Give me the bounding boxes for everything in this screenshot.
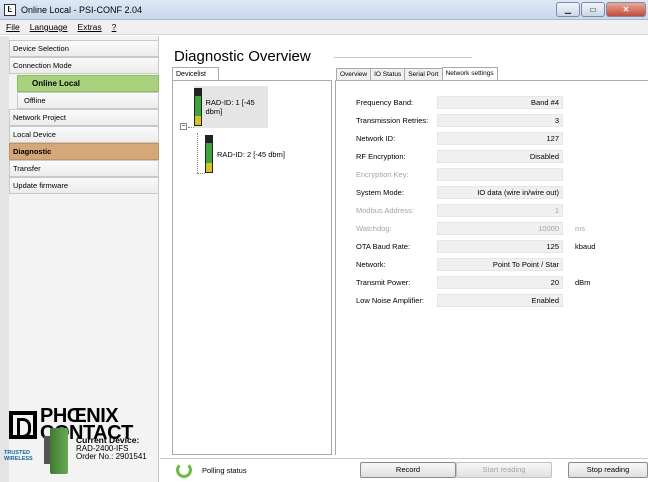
tab-network-settings[interactable]: Network settings: [441, 67, 498, 81]
field-label: Watchdog:: [356, 224, 392, 233]
window-controls: ▁ ▭ ✕: [556, 2, 646, 17]
tab-devicelist[interactable]: Devicelist: [172, 67, 219, 81]
field-modbus-address: Modbus Address: 1: [356, 204, 648, 217]
field-value: 10000: [437, 222, 563, 235]
trusted-line-2: WIRELESS: [4, 456, 33, 462]
tree-collapse-icon[interactable]: −: [180, 123, 187, 130]
field-value[interactable]: Enabled: [437, 294, 563, 307]
field-system-mode: System Mode: IO data (wire in/wire out): [356, 186, 648, 199]
polling-status-label: Polling status: [202, 466, 247, 475]
field-value[interactable]: 125: [437, 240, 563, 253]
field-encryption-key: Encryption Key:: [356, 168, 648, 181]
field-label: OTA Baud Rate:: [356, 242, 411, 251]
minimize-button[interactable]: ▁: [556, 2, 580, 17]
status-bar: Polling status Record Start reading Stop…: [160, 458, 648, 482]
close-button[interactable]: ✕: [606, 2, 646, 17]
tree-node-label: RAD-ID: 2 [-45 dbm]: [217, 149, 285, 159]
field-label: Encryption Key:: [356, 170, 409, 179]
field-unit: ms: [575, 224, 585, 233]
sidebar-item-network-project[interactable]: Network Project: [9, 109, 159, 126]
polling-spinner-icon: [176, 462, 192, 478]
field-value[interactable]: 3: [437, 114, 563, 127]
window-title: Online Local - PSI-CONF 2.04: [21, 5, 143, 15]
sidebar-item-diagnostic[interactable]: Diagnostic: [9, 143, 159, 160]
field-label: Transmit Power:: [356, 278, 411, 287]
field-value[interactable]: 20: [437, 276, 563, 289]
phoenix-logo-icon: [9, 411, 37, 439]
tree-line: [197, 133, 198, 173]
radio-module-icon: [194, 88, 202, 126]
field-label: Modbus Address:: [356, 206, 414, 215]
devicelist-panel: − RAD-ID: 1 [-45 dbm] RAD-ID: 2 [-45 dbm…: [172, 80, 332, 455]
field-ota-baud-rate: OTA Baud Rate: 125 kbaud: [356, 240, 648, 253]
stop-reading-button[interactable]: Stop reading: [568, 462, 648, 478]
field-label: Network ID:: [356, 134, 396, 143]
trusted-wireless-logo: TRUSTED WIRELESS: [4, 450, 33, 462]
tree-line: [197, 173, 205, 174]
sidebar: Device Selection Connection Mode Online …: [0, 36, 159, 482]
field-low-noise-amplifier: Low Noise Amplifier: Enabled: [356, 294, 648, 307]
group-divider: [334, 57, 472, 58]
field-transmission-retries: Transmission Retries: 3: [356, 114, 648, 127]
menu-language[interactable]: Language: [30, 22, 68, 32]
sidebar-strip: [0, 36, 9, 482]
main-content: Diagnostic Overview Devicelist − RAD-ID:…: [160, 36, 648, 482]
radio-module-icon: [205, 135, 213, 173]
sidebar-item-online-local[interactable]: Online Local: [17, 75, 159, 92]
field-unit: kbaud: [575, 242, 596, 251]
field-unit: dBm: [575, 278, 591, 287]
field-network: Network: Point To Point / Star: [356, 258, 648, 271]
start-reading-button[interactable]: Start reading: [456, 462, 552, 478]
field-value[interactable]: Point To Point / Star: [437, 258, 563, 271]
field-label: Transmission Retries:: [356, 116, 429, 125]
current-device-info: Current Device: RAD-2400-IFS Order No.: …: [76, 436, 147, 462]
sidebar-item-device-selection[interactable]: Device Selection: [9, 40, 159, 57]
sidebar-item-connection-mode[interactable]: Connection Mode: [9, 57, 159, 74]
field-value: [437, 168, 563, 181]
tree-node-label: RAD-ID: 1 [-45 dbm]: [205, 98, 255, 116]
menu-help[interactable]: ?: [112, 22, 117, 32]
field-label: Network:: [356, 260, 386, 269]
device-image: [44, 428, 68, 474]
menu-file[interactable]: File: [6, 22, 20, 32]
tree-node-rad-1[interactable]: RAD-ID: 1 [-45 dbm]: [194, 86, 268, 128]
page-title: Diagnostic Overview: [174, 48, 311, 65]
field-label: Frequency Band:: [356, 98, 414, 107]
field-value[interactable]: IO data (wire in/wire out): [437, 186, 563, 199]
menu-bar: File Language Extras ?: [0, 20, 648, 35]
field-label: System Mode:: [356, 188, 404, 197]
field-label: RF Encryption:: [356, 152, 406, 161]
title-bar: Ŀ Online Local - PSI-CONF 2.04 ▁ ▭ ✕: [0, 0, 648, 20]
field-frequency-band: Frequency Band: Band #4: [356, 96, 648, 109]
sidebar-item-local-device[interactable]: Local Device: [9, 126, 159, 143]
menu-extras[interactable]: Extras: [78, 22, 102, 32]
tree-node-rad-2[interactable]: RAD-ID: 2 [-45 dbm]: [205, 133, 295, 175]
sidebar-item-transfer[interactable]: Transfer: [9, 160, 159, 177]
field-value: 1: [437, 204, 563, 217]
field-value[interactable]: Disabled: [437, 150, 563, 163]
field-value[interactable]: Band #4: [437, 96, 563, 109]
sidebar-item-update-firmware[interactable]: Update firmware: [9, 177, 159, 194]
current-device-order: Order No.: 2901541: [76, 452, 147, 461]
phoenix-logo-icon: Ŀ: [4, 4, 16, 16]
field-rf-encryption: RF Encryption: Disabled: [356, 150, 648, 163]
field-watchdog: Watchdog: 10000 ms: [356, 222, 648, 235]
field-network-id: Network ID: 127: [356, 132, 648, 145]
field-value[interactable]: 127: [437, 132, 563, 145]
field-transmit-power: Transmit Power: 20 dBm: [356, 276, 648, 289]
maximize-button[interactable]: ▭: [581, 2, 605, 17]
field-label: Low Noise Amplifier:: [356, 296, 424, 305]
record-button[interactable]: Record: [360, 462, 456, 478]
sidebar-item-offline[interactable]: Offline: [17, 92, 159, 109]
